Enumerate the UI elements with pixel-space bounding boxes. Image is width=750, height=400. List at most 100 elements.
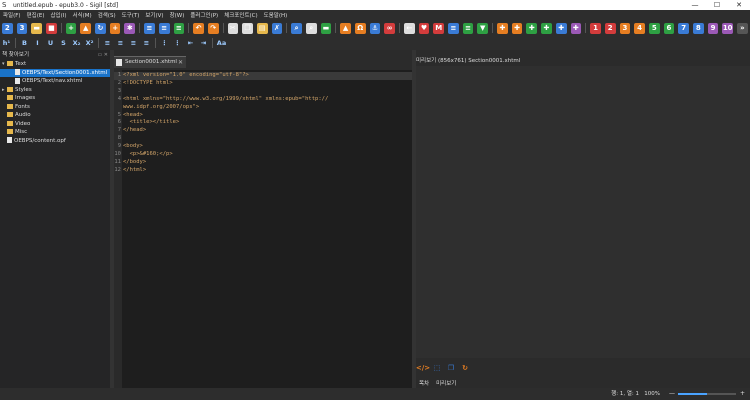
plugin1-icon[interactable]: 1 bbox=[590, 22, 601, 34]
plugin5-icon[interactable]: 5 bbox=[648, 22, 660, 34]
tree-item[interactable]: OEBPS/content.opf bbox=[0, 137, 110, 146]
cut-icon[interactable]: ✂ bbox=[227, 22, 239, 34]
copy-preview-icon[interactable]: ❐ bbox=[446, 363, 456, 373]
add-file-icon[interactable]: + bbox=[65, 22, 77, 34]
plugin7-icon[interactable]: 7 bbox=[678, 22, 689, 34]
link-icon[interactable]: ∞ bbox=[384, 22, 395, 34]
code-line[interactable]: 1 <?xml version="1.0" encoding="utf-8"?> bbox=[114, 72, 412, 80]
code-line[interactable]: 12 </html> bbox=[114, 167, 412, 175]
image-icon[interactable]: ▲ bbox=[340, 22, 351, 34]
strikethrough-icon[interactable]: S bbox=[59, 39, 68, 48]
omega-icon[interactable]: Ω bbox=[354, 22, 366, 34]
replace-icon[interactable]: ▬ bbox=[320, 22, 332, 34]
tree-item[interactable]: ▾ Text bbox=[0, 60, 110, 69]
metadata-icon[interactable]: M bbox=[433, 22, 445, 34]
menu-item-2[interactable]: 삽입(I) bbox=[50, 11, 66, 19]
plugin6-icon[interactable]: 6 bbox=[663, 22, 675, 34]
bold-icon[interactable]: B bbox=[20, 39, 29, 48]
code-view-icon[interactable]: </> bbox=[416, 363, 430, 373]
tree-item[interactable]: OEBPS/Text/Section0001.xhtml bbox=[0, 68, 110, 77]
align-right-icon[interactable]: ≡ bbox=[129, 39, 138, 48]
menu-item-9[interactable]: 체크포인트(C) bbox=[224, 11, 257, 19]
menu-item-6[interactable]: 보기(V) bbox=[145, 11, 163, 19]
minimize-icon[interactable]: — bbox=[684, 0, 706, 10]
code-line[interactable]: 10 <p>&#160;</p> bbox=[114, 151, 412, 159]
redo-icon[interactable]: ↷ bbox=[207, 22, 219, 34]
refresh-preview-icon[interactable]: ↻ bbox=[460, 363, 470, 373]
bullet-list-icon[interactable]: ⋮ bbox=[173, 39, 182, 48]
menu-item-10[interactable]: 도움말(H) bbox=[264, 11, 288, 19]
plugin2-icon[interactable]: 2 bbox=[604, 22, 616, 34]
tree-item[interactable]: ▸ Styles bbox=[0, 86, 110, 95]
tab-close-icon[interactable]: ✕ bbox=[178, 57, 183, 68]
code-line[interactable]: www.idpf.org/2007/ops"> bbox=[114, 104, 412, 112]
code-line[interactable]: 11 </body> bbox=[114, 159, 412, 167]
menu-item-3[interactable]: 서식(M) bbox=[73, 11, 92, 19]
search-icon[interactable]: ⌕ bbox=[291, 22, 302, 34]
code-line[interactable]: 8 bbox=[114, 135, 412, 143]
anchor-icon[interactable]: ⚓ bbox=[369, 22, 381, 34]
validate-icon[interactable]: ≡ bbox=[462, 22, 474, 34]
plugin8-icon[interactable]: 8 bbox=[692, 22, 704, 34]
puzzle-icon[interactable]: ✚ bbox=[497, 22, 508, 34]
indent-icon[interactable]: ≡ bbox=[144, 22, 155, 34]
save-icon[interactable]: ■ bbox=[46, 22, 57, 34]
tree-item[interactable]: Misc bbox=[0, 128, 110, 137]
puzzle5-icon[interactable]: ✚ bbox=[555, 22, 567, 34]
heading-icon[interactable]: h¹ bbox=[2, 39, 11, 48]
download-icon[interactable]: ▼ bbox=[477, 22, 489, 34]
heart-icon[interactable]: ♥ bbox=[418, 22, 430, 34]
italic-icon[interactable]: I bbox=[33, 39, 42, 48]
tree-item[interactable]: Images bbox=[0, 94, 110, 103]
tab-section0001[interactable]: Section0001.xhtml ✕ bbox=[114, 56, 186, 68]
open-folder-icon[interactable]: ▬ bbox=[31, 22, 43, 34]
paste-icon[interactable]: ▤ bbox=[256, 22, 268, 34]
zoom-out-icon[interactable]: — bbox=[669, 388, 675, 400]
change-case-icon[interactable]: Aa bbox=[217, 39, 226, 48]
panel-buttons[interactable]: ▭ ✕ bbox=[97, 50, 108, 60]
code-line[interactable]: 7 </head> bbox=[114, 127, 412, 135]
settings-icon[interactable]: ✱ bbox=[124, 22, 136, 34]
code-line[interactable]: 9 <body> bbox=[114, 143, 412, 151]
up-arrow-icon[interactable]: ▲ bbox=[80, 22, 92, 34]
align-left-icon[interactable]: ≡ bbox=[103, 39, 112, 48]
refresh-icon[interactable]: ↻ bbox=[95, 22, 106, 34]
numbered-list-icon[interactable]: ⋮ bbox=[160, 39, 169, 48]
zoom-slider[interactable] bbox=[678, 393, 736, 395]
preview-tab-0[interactable]: 목차 bbox=[419, 379, 429, 387]
tree-item[interactable]: Audio bbox=[0, 111, 110, 120]
tree-item[interactable]: Video bbox=[0, 120, 110, 129]
new-epub-icon[interactable]: 2 bbox=[2, 22, 13, 34]
more-icon[interactable]: » bbox=[737, 22, 748, 34]
new-epub3-icon[interactable]: 3 bbox=[16, 22, 28, 34]
preview-tab-1[interactable]: 미리보기 bbox=[436, 379, 456, 387]
inspect-icon[interactable]: ⬚ bbox=[432, 363, 442, 373]
undo-icon[interactable]: ↶ bbox=[193, 22, 204, 34]
zoom-icon[interactable]: ⌕ bbox=[305, 22, 317, 34]
maximize-icon[interactable]: ☐ bbox=[706, 0, 728, 10]
code-line[interactable]: 4 <html xmlns="http://www.w3.org/1999/xht… bbox=[114, 96, 412, 104]
menu-item-1[interactable]: 편집(E) bbox=[27, 11, 45, 19]
plugin9-icon[interactable]: 9 bbox=[707, 22, 719, 34]
superscript-icon[interactable]: X² bbox=[85, 39, 94, 48]
menu-item-8[interactable]: 플러그인(P) bbox=[190, 11, 218, 19]
menu-item-0[interactable]: 파일(F) bbox=[3, 11, 21, 19]
plugin3-icon[interactable]: 3 bbox=[619, 22, 631, 34]
menu-item-5[interactable]: 도구(T) bbox=[122, 11, 140, 19]
align-justify-icon[interactable]: ≡ bbox=[142, 39, 151, 48]
code-line[interactable]: 3 bbox=[114, 88, 412, 96]
underline-icon[interactable]: U bbox=[46, 39, 55, 48]
puzzle3-icon[interactable]: ✚ bbox=[526, 22, 538, 34]
list-icon[interactable]: ≡ bbox=[448, 22, 459, 34]
outdent-icon[interactable]: ≡ bbox=[158, 22, 170, 34]
add-existing-icon[interactable]: + bbox=[109, 22, 121, 34]
decrease-indent-icon[interactable]: ⇤ bbox=[186, 39, 195, 48]
puzzle6-icon[interactable]: ✚ bbox=[570, 22, 582, 34]
code-line[interactable]: 5 <head> bbox=[114, 112, 412, 120]
clean-icon[interactable]: ✗ bbox=[271, 22, 283, 34]
tree-item[interactable]: Fonts bbox=[0, 103, 110, 112]
tree-item[interactable]: OEBPS/Text/nav.xhtml bbox=[0, 77, 110, 86]
puzzle2-icon[interactable]: ✚ bbox=[511, 22, 523, 34]
align-center-icon[interactable]: ≡ bbox=[116, 39, 125, 48]
copy-icon[interactable]: ❐ bbox=[242, 22, 253, 34]
